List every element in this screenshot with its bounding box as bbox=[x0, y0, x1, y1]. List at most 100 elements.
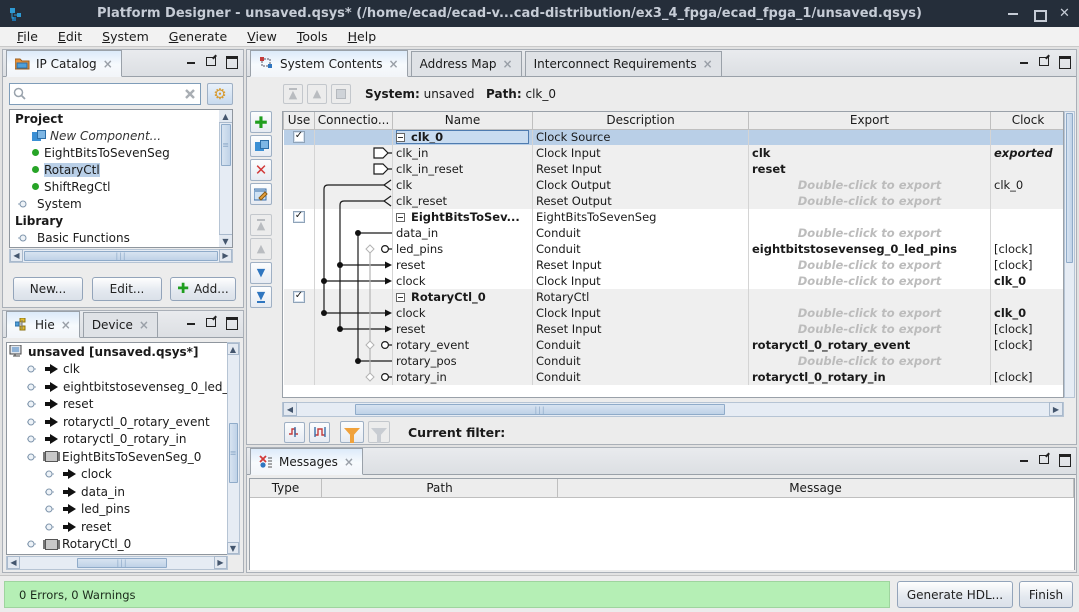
panel-float-icon[interactable] bbox=[1039, 56, 1050, 66]
menu-view[interactable]: View bbox=[238, 27, 286, 46]
export-cell[interactable]: eightbitstosevenseg_0_led_pins bbox=[749, 241, 991, 257]
table-row-data-in[interactable]: data_inConduitDouble-click to export bbox=[284, 225, 1065, 241]
name-cell[interactable]: clock bbox=[393, 305, 533, 321]
name-cell[interactable]: led_pins bbox=[393, 241, 533, 257]
column-header-export[interactable]: Export bbox=[749, 112, 991, 129]
panel-float-icon[interactable] bbox=[206, 56, 217, 66]
add-component-button[interactable]: ✚Add... bbox=[170, 277, 236, 301]
clock-cell[interactable]: exported bbox=[991, 145, 1065, 161]
tree-expand-handle-icon[interactable] bbox=[27, 362, 41, 376]
tree-expand-handle-icon[interactable] bbox=[18, 231, 32, 245]
panel-minimize-icon[interactable] bbox=[186, 56, 197, 66]
table-row-clk[interactable]: clkClock OutputDouble-click to exportclk… bbox=[284, 177, 1065, 193]
table-row-rotaryctl-0[interactable]: RotaryCtl_0RotaryCtl bbox=[284, 289, 1065, 305]
name-cell[interactable]: RotaryCtl_0 bbox=[393, 289, 533, 305]
tab-close-icon[interactable]: × bbox=[139, 320, 149, 330]
tab-close-icon[interactable]: × bbox=[61, 320, 71, 330]
messages-column-type[interactable]: Type bbox=[250, 479, 322, 497]
table-row-reset[interactable]: resetReset InputDouble-click to export[c… bbox=[284, 257, 1065, 273]
tree-expand-handle-icon[interactable] bbox=[27, 537, 41, 551]
move-up-button[interactable]: ▲ bbox=[250, 238, 272, 260]
table-row-reset[interactable]: resetReset InputDouble-click to export[c… bbox=[284, 321, 1065, 337]
clock-cell[interactable]: [clock] bbox=[991, 321, 1065, 337]
menu-file[interactable]: File bbox=[8, 27, 47, 46]
scroll-up-icon[interactable]: ▲ bbox=[219, 110, 232, 123]
tab-close-icon[interactable]: × bbox=[703, 59, 713, 69]
panel-maximize-icon[interactable] bbox=[226, 317, 237, 327]
clock-cell[interactable]: clk_0 bbox=[991, 177, 1065, 193]
edit-button[interactable] bbox=[250, 183, 272, 205]
edit-component-button[interactable]: Edit... bbox=[92, 277, 162, 301]
tree-expand-handle-icon[interactable] bbox=[45, 502, 59, 516]
table-row-clock[interactable]: clockClock InputDouble-click to exportcl… bbox=[284, 305, 1065, 321]
ip-tree-item-eightbitstosevenseg[interactable]: EightBitsToSevenSeg bbox=[10, 144, 232, 161]
column-header-description[interactable]: Description bbox=[533, 112, 749, 129]
ip-tree-item-system[interactable]: System bbox=[10, 195, 232, 212]
export-cell[interactable]: Double-click to export bbox=[749, 305, 991, 321]
tree-expand-handle-icon[interactable] bbox=[45, 485, 59, 499]
tab-close-icon[interactable]: × bbox=[103, 59, 113, 69]
tree-expand-handle-icon[interactable] bbox=[45, 520, 59, 534]
use-cell[interactable] bbox=[284, 289, 315, 305]
hierarchy-item-led-pins[interactable]: led_pins bbox=[7, 501, 227, 519]
hierarchy-item-data-in[interactable]: data_in bbox=[7, 483, 227, 501]
remove-button[interactable]: ✕ bbox=[250, 159, 272, 181]
menu-tools[interactable]: Tools bbox=[288, 27, 337, 46]
table-row-clk-in[interactable]: clk_inClock Inputclkexported bbox=[284, 145, 1065, 161]
generate-hdl-button[interactable]: Generate HDL... bbox=[897, 581, 1013, 608]
name-cell[interactable]: rotary_event bbox=[393, 337, 533, 353]
scroll-down-icon[interactable]: ▼ bbox=[219, 234, 232, 247]
tree-expand-handle-icon[interactable] bbox=[18, 248, 32, 249]
clock-cell[interactable] bbox=[991, 225, 1065, 241]
panel-minimize-icon[interactable] bbox=[1019, 56, 1030, 66]
move-top-button[interactable]: ▲ bbox=[250, 214, 272, 236]
hierarchy-item-unsaved-unsaved-qsys-[interactable]: unsaved [unsaved.qsys*] bbox=[7, 343, 227, 361]
use-checkbox[interactable] bbox=[293, 291, 305, 303]
hierarchy-item-eightbitstosevenseg-0-led-[interactable]: eightbitstosevenseg_0_led_ bbox=[7, 378, 227, 396]
ip-tree-item-project[interactable]: Project bbox=[10, 110, 232, 127]
clear-filter-button[interactable] bbox=[368, 421, 390, 443]
use-cell[interactable] bbox=[284, 129, 315, 145]
clock-cell[interactable]: [clock] bbox=[991, 369, 1065, 385]
tab-close-icon[interactable]: × bbox=[344, 457, 354, 467]
clear-search-icon[interactable] bbox=[183, 87, 197, 101]
name-cell[interactable]: clk_in_reset bbox=[393, 161, 533, 177]
move-down-button[interactable]: ▼ bbox=[250, 262, 272, 284]
clock-cell[interactable] bbox=[991, 209, 1065, 225]
hierarchy-vertical-scrollbar[interactable]: ▲ ≡ ▼ bbox=[227, 342, 240, 555]
ip-search-input[interactable] bbox=[30, 87, 183, 101]
export-cell[interactable] bbox=[749, 209, 991, 225]
tab-close-icon[interactable]: × bbox=[389, 59, 399, 69]
tab-interconnect-requirements[interactable]: Interconnect Requirements× bbox=[525, 51, 722, 76]
clock-cell[interactable] bbox=[991, 289, 1065, 305]
scroll-down-icon[interactable]: ▼ bbox=[227, 542, 239, 554]
table-horizontal-scrollbar[interactable]: ◀ ||| ▶ bbox=[282, 402, 1064, 417]
connections-wires[interactable] bbox=[314, 129, 392, 385]
ip-tree-item-library[interactable]: Library bbox=[10, 212, 232, 229]
name-cell[interactable]: data_in bbox=[393, 225, 533, 241]
export-cell[interactable]: Double-click to export bbox=[749, 353, 991, 369]
table-row-rotary-event[interactable]: rotary_eventConduitrotaryctl_0_rotary_ev… bbox=[284, 337, 1065, 353]
clock-cell[interactable]: clk_0 bbox=[991, 273, 1065, 289]
tab-system-contents[interactable]: System Contents× bbox=[250, 50, 408, 77]
table-row-eightbitstosev-[interactable]: EightBitsToSev...EightBitsToSevenSeg bbox=[284, 209, 1065, 225]
panel-minimize-icon[interactable] bbox=[186, 317, 197, 327]
collapse-icon[interactable] bbox=[396, 293, 405, 302]
show-interfaces-button[interactable] bbox=[309, 422, 330, 443]
export-cell[interactable]: rotaryctl_0_rotary_event bbox=[749, 337, 991, 353]
panel-float-icon[interactable] bbox=[206, 317, 217, 327]
name-cell[interactable]: EightBitsToSev... bbox=[393, 209, 533, 225]
ip-tree-item-new-component-[interactable]: New Component... bbox=[10, 127, 232, 144]
name-cell[interactable]: clk bbox=[393, 177, 533, 193]
name-cell[interactable]: clock bbox=[393, 273, 533, 289]
table-row-rotary-in[interactable]: rotary_inConduitrotaryctl_0_rotary_in[cl… bbox=[284, 369, 1065, 385]
menu-help[interactable]: Help bbox=[339, 27, 386, 46]
component-icon-button[interactable] bbox=[331, 84, 351, 104]
hierarchy-item-eightbitstosevenseg-0[interactable]: EightBitsToSevenSeg_0 bbox=[7, 448, 227, 466]
table-row-led-pins[interactable]: led_pinsConduiteightbitstosevenseg_0_led… bbox=[284, 241, 1065, 257]
export-cell[interactable] bbox=[749, 129, 991, 145]
scroll-right-icon[interactable]: ▶ bbox=[214, 556, 227, 569]
clock-cell[interactable]: [clock] bbox=[991, 257, 1065, 273]
window-minimize-button[interactable] bbox=[1007, 8, 1019, 20]
clock-cell[interactable]: [clock] bbox=[991, 337, 1065, 353]
